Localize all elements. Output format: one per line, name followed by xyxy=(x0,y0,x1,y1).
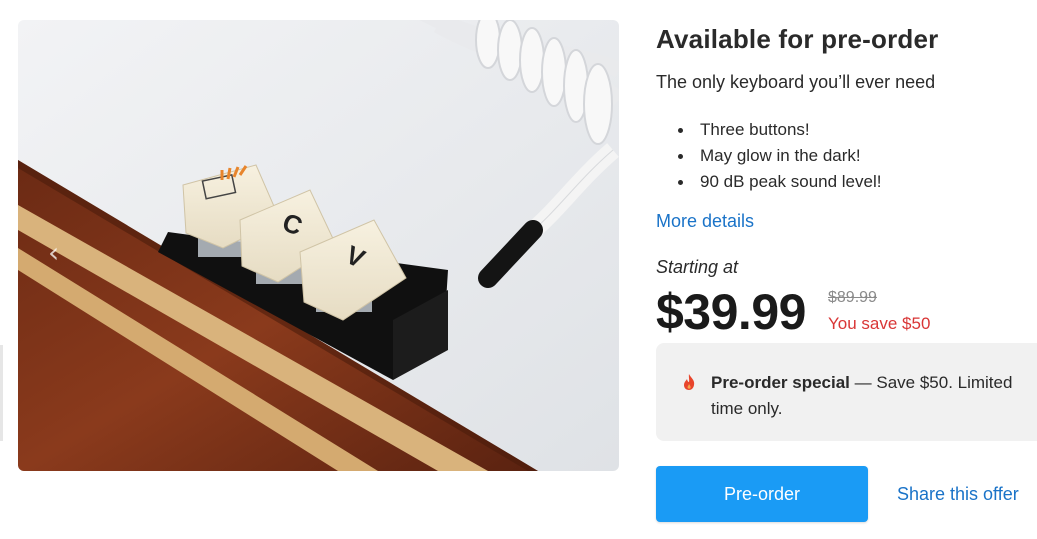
side-tab[interactable] xyxy=(0,345,3,441)
share-offer-link[interactable]: Share this offer xyxy=(897,484,1019,505)
feature-item: 90 dB peak sound level! xyxy=(677,169,881,195)
product-subtitle: The only keyboard you’ll ever need xyxy=(656,72,936,92)
current-price: $39.99 xyxy=(656,284,806,340)
promo-separator: — xyxy=(849,373,877,392)
feature-item: May glow in the dark! xyxy=(677,143,881,169)
page-title: Available for pre-order xyxy=(656,24,939,54)
savings-text: You save $50 xyxy=(828,314,931,333)
starting-at-label: Starting at xyxy=(656,257,739,277)
product-info: Available for pre-order The only keyboar… xyxy=(656,0,1037,539)
preorder-button[interactable]: Pre-order xyxy=(656,466,868,522)
feature-item: Three buttons! xyxy=(677,117,881,143)
feature-list: Three buttons! May glow in the dark! 90 … xyxy=(677,117,881,195)
promo-text: Pre-order special — Save $50. Limited ti… xyxy=(711,370,1021,422)
product-image: C V ‹ xyxy=(18,20,619,471)
keyboard-photo: C V xyxy=(18,20,619,471)
more-details-link[interactable]: More details xyxy=(656,211,754,232)
original-price: $89.99 xyxy=(828,289,877,306)
product-page: C V ‹ Available for pre-order The only k… xyxy=(0,0,1037,539)
flame-icon xyxy=(684,374,695,390)
promo-headline: Pre-order special xyxy=(711,373,850,392)
promo-box: Pre-order special — Save $50. Limited ti… xyxy=(656,343,1037,441)
carousel-prev-button[interactable]: ‹ xyxy=(48,235,72,271)
